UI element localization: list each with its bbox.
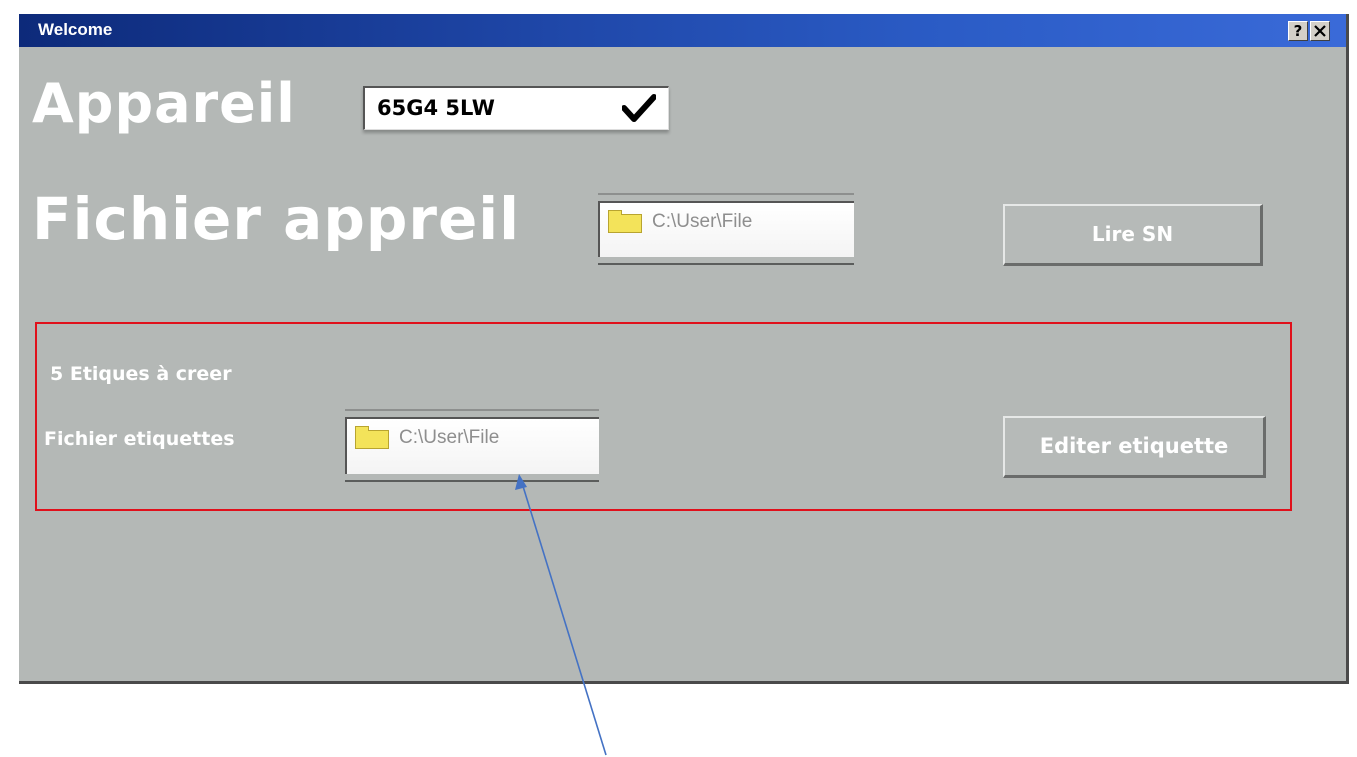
close-button[interactable] (1310, 21, 1330, 41)
device-value: 65G4 5LW (377, 96, 495, 120)
device-file-field-frame: C:\User\File (598, 193, 854, 265)
labels-file-label: Fichier etiquettes (44, 428, 235, 450)
device-file-label: Fichier appreil (32, 185, 521, 253)
read-sn-button[interactable]: Lire SN (1003, 204, 1263, 266)
labels-count-text: 5 Etiques à creer (50, 363, 232, 385)
checkmark-icon[interactable] (621, 88, 657, 131)
edit-label-button[interactable]: Editer etiquette (1003, 416, 1266, 478)
help-button[interactable]: ? (1288, 21, 1308, 41)
device-select[interactable]: 65G4 5LW (363, 86, 669, 130)
window-title: Welcome (38, 20, 113, 39)
device-file-field[interactable]: C:\User\File (598, 201, 854, 257)
folder-icon[interactable] (355, 426, 389, 449)
title-bar[interactable]: Welcome ? (19, 14, 1346, 47)
labels-file-field-frame: C:\User\File (345, 409, 599, 482)
device-label: Appareil (32, 72, 296, 135)
labels-file-field[interactable]: C:\User\File (345, 417, 599, 474)
folder-icon[interactable] (608, 210, 642, 233)
close-icon (1314, 25, 1326, 37)
device-file-path: C:\User\File (652, 211, 753, 232)
labels-file-path: C:\User\File (399, 427, 500, 448)
screen: Welcome ? Appareil 65G4 5LW Fichier appr… (0, 0, 1357, 757)
